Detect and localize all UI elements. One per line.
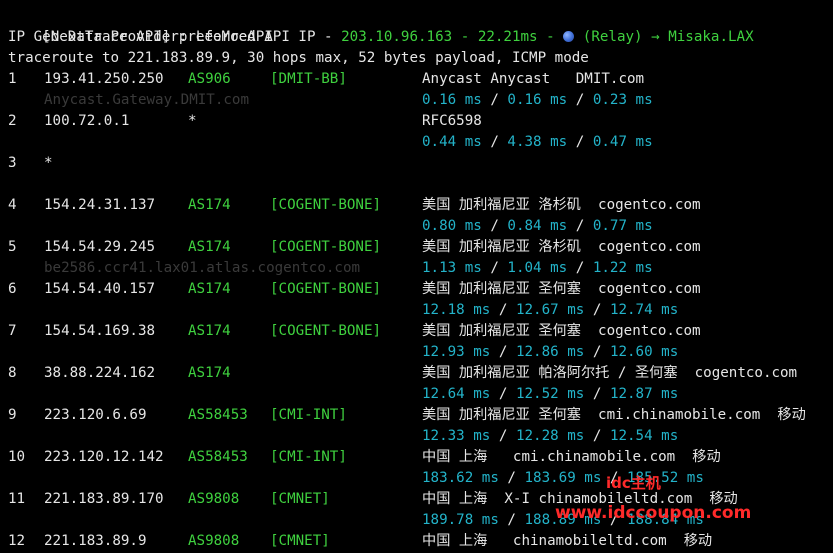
watermark-url: www.idccoupon.com	[555, 503, 752, 523]
hop-row: 5 154.54.29.245 AS174 [COGENT-BONE] 美国 加利福尼亚…	[0, 237, 833, 258]
hop-geo: RFC6598	[422, 113, 482, 129]
hop-ip: *	[44, 155, 53, 171]
hop-asn: AS174	[188, 365, 231, 381]
hop-asn: AS9808	[188, 491, 240, 507]
geo-provider-line: IP Geo Data Provider: LeoMoeAPI	[8, 29, 273, 45]
hop-times: 1.13 ms / 1.04 ms / 1.22 ms	[422, 260, 653, 276]
hop-number: 3	[8, 155, 17, 171]
hop-ip: 38.88.224.162	[44, 365, 156, 381]
hop-ip: 221.183.89.170	[44, 491, 164, 507]
hop-tag: [CMI-INT]	[270, 449, 347, 465]
hop-geo: 美国 加利福尼亚 圣何塞 cogentco.com	[422, 281, 701, 297]
hop-row: 9 223.120.6.69 AS58453 [CMI-INT] 美国 加利福尼亚 圣何…	[0, 405, 833, 426]
hop-times: 0.44 ms / 4.38 ms / 0.47 ms	[422, 134, 653, 150]
hop-number: 10	[8, 449, 26, 465]
hop-number: 5	[8, 239, 17, 255]
hop-ip: 193.41.250.250	[44, 71, 164, 87]
hop-ip: 154.54.40.157	[44, 281, 156, 297]
hop-times: 12.33 ms / 12.28 ms / 12.54 ms	[422, 428, 679, 444]
hop-number: 4	[8, 197, 17, 213]
hop-tag: [CMNET]	[270, 491, 330, 507]
hop-tag: [COGENT-BONE]	[270, 239, 382, 255]
hop-geo: 中国 上海 chinamobileltd.com 移动	[422, 533, 713, 549]
hop-tag: [DMIT-BB]	[270, 71, 347, 87]
hop-times: 12.64 ms / 12.52 ms / 12.87 ms	[422, 386, 679, 402]
hop-detail-row: 183.62 ms / 183.69 ms / 185.52 ms	[0, 468, 833, 489]
hop-number: 8	[8, 365, 17, 381]
hop-asn: AS58453	[188, 407, 248, 423]
hop-hostname: be2586.ccr41.lax01.atlas.cogentco.com	[44, 260, 361, 276]
hop-detail-row: 0.80 ms / 0.84 ms / 0.77 ms	[0, 216, 833, 237]
hop-geo: 美国 加利福尼亚 帕洛阿尔托 / 圣何塞 cogentco.com	[422, 365, 798, 381]
hop-asn: AS58453	[188, 449, 248, 465]
hop-row: 12 221.183.89.9 AS9808 [CMNET] 中国 上海 chinamo…	[0, 531, 833, 552]
hop-asn: AS9808	[188, 533, 240, 549]
hop-detail-row: 0.44 ms / 4.38 ms / 0.47 ms	[0, 132, 833, 153]
hop-tag: [COGENT-BONE]	[270, 323, 382, 339]
hop-tag: [CMI-INT]	[270, 407, 347, 423]
hop-row: 8 38.88.224.162 AS174 美国 加利福尼亚 帕洛阿尔托 / 圣何塞 …	[0, 363, 833, 384]
hop-tag: [COGENT-BONE]	[270, 197, 382, 213]
hop-number: 2	[8, 113, 17, 129]
hop-ip: 154.54.169.38	[44, 323, 156, 339]
hop-times: 183.62 ms / 183.69 ms / 185.52 ms	[422, 470, 704, 486]
hop-row: 10 223.120.12.142 AS58453 [CMI-INT] 中国 上海 cm…	[0, 447, 833, 468]
hop-row: 6 154.54.40.157 AS174 [COGENT-BONE] 美国 加利福尼亚…	[0, 279, 833, 300]
hop-detail-row: 12.33 ms / 12.28 ms / 12.54 ms	[0, 426, 833, 447]
hop-geo: 中国 上海 cmi.chinamobile.com 移动	[422, 449, 721, 465]
hop-geo: 美国 加利福尼亚 圣何塞 cogentco.com	[422, 323, 701, 339]
hop-geo: 美国 加利福尼亚 洛杉矶 cogentco.com	[422, 197, 701, 213]
hop-ip: 221.183.89.9	[44, 533, 147, 549]
hop-asn: AS174	[188, 197, 231, 213]
hop-detail-row: be2586.ccr41.lax01.atlas.cogentco.com 1.1…	[0, 258, 833, 279]
hop-hostname: Anycast.Gateway.DMIT.com	[44, 92, 249, 108]
hop-number: 1	[8, 71, 17, 87]
hop-asn: AS174	[188, 323, 231, 339]
hop-geo: 美国 加利福尼亚 洛杉矶 cogentco.com	[422, 239, 701, 255]
api-header-line: [NextTrace API] preferred API IP - 203.1…	[8, 6, 833, 45]
hop-tag: [CMNET]	[270, 533, 330, 549]
hop-asn: AS174	[188, 281, 231, 297]
hop-asn: AS906	[188, 71, 231, 87]
hop-asn: AS174	[188, 239, 231, 255]
terminal-window: [NextTrace API] preferred API IP - 203.1…	[0, 0, 833, 553]
hop-detail-row: Anycast.Gateway.DMIT.com 0.16 ms / 0.16 m…	[0, 90, 833, 111]
hop-times: 0.16 ms / 0.16 ms / 0.23 ms	[422, 92, 653, 108]
hop-row: 2 100.72.0.1 * RFC6598	[0, 111, 833, 132]
hop-ip: 223.120.6.69	[44, 407, 147, 423]
hop-number: 9	[8, 407, 17, 423]
hop-ip: 100.72.0.1	[44, 113, 130, 129]
hop-detail-row: 12.18 ms / 12.67 ms / 12.74 ms	[0, 300, 833, 321]
hop-geo: Anycast Anycast DMIT.com	[422, 71, 645, 87]
hop-number: 12	[8, 533, 26, 549]
hop-geo: 美国 加利福尼亚 圣何塞 cmi.chinamobile.com 移动	[422, 407, 806, 423]
hop-detail-row: 12.93 ms / 12.86 ms / 12.60 ms	[0, 342, 833, 363]
hop-times: 12.93 ms / 12.86 ms / 12.60 ms	[422, 344, 679, 360]
hop-detail-row	[0, 174, 833, 195]
hop-ip: 223.120.12.142	[44, 449, 164, 465]
hop-number: 7	[8, 323, 17, 339]
hop-tag: [COGENT-BONE]	[270, 281, 382, 297]
hop-ip: 154.24.31.137	[44, 197, 156, 213]
watermark-logo-text: idc主机	[606, 474, 661, 492]
hop-asn: *	[188, 113, 197, 129]
hop-number: 6	[8, 281, 17, 297]
hop-ip: 154.54.29.245	[44, 239, 156, 255]
trace-info-line: traceroute to 221.183.89.9, 30 hops max,…	[8, 50, 589, 66]
hop-times: 12.18 ms / 12.67 ms / 12.74 ms	[422, 302, 679, 318]
hop-row: 7 154.54.169.38 AS174 [COGENT-BONE] 美国 加利福尼亚…	[0, 321, 833, 342]
hop-row: 1 193.41.250.250 AS906 [DMIT-BB] Anycast Any…	[0, 69, 833, 90]
hop-number: 11	[8, 491, 26, 507]
hop-times: 0.80 ms / 0.84 ms / 0.77 ms	[422, 218, 653, 234]
hop-row: 3 *	[0, 153, 833, 174]
hop-row: 4 154.24.31.137 AS174 [COGENT-BONE] 美国 加利福尼亚…	[0, 195, 833, 216]
hop-detail-row: 12.64 ms / 12.52 ms / 12.87 ms	[0, 384, 833, 405]
